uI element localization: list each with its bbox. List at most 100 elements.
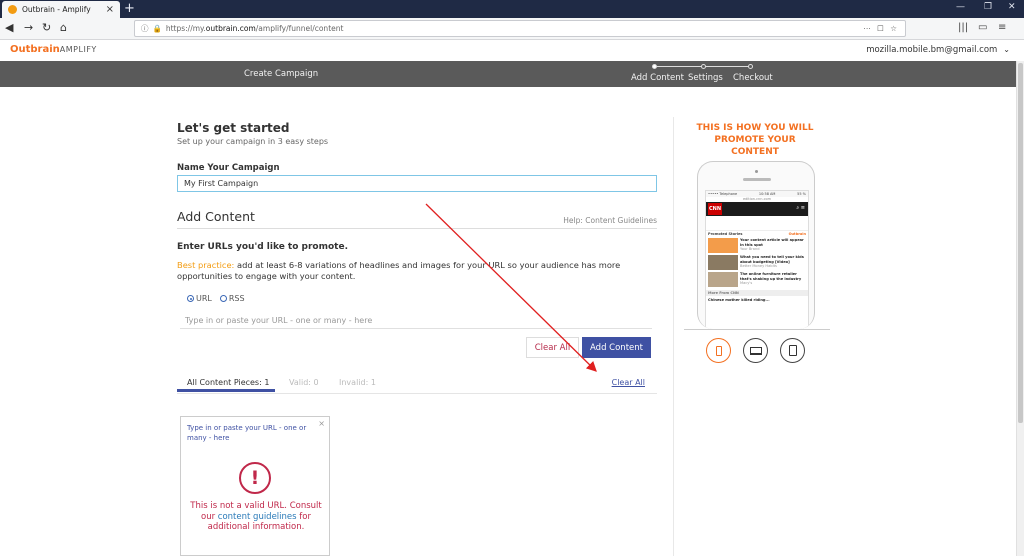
main-content: Let's get started Set up your campaign i… [0,87,1016,556]
radio-unselected-icon [219,295,227,302]
window-close-icon[interactable]: ✕ [1008,2,1016,12]
sidebar-icon[interactable]: ▭ [978,22,987,33]
logo-main: Outbrain [10,44,60,55]
story-title: What you need to tell your kids about bu… [740,255,804,264]
phone-outbrain-label: Outbrain [788,232,806,236]
step-checkout[interactable]: Checkout [733,73,773,83]
content-tabs: All Content Pieces: 1 Valid: 0 Invalid: … [177,374,657,394]
clear-all-button[interactable]: Clear All [526,337,579,358]
device-divider [684,329,830,330]
phone-time: 10:58 AM [758,192,776,196]
browser-titlebar: Outbrain - Amplify × + — ❐ ✕ [0,0,1024,18]
page-title: Let's get started [177,121,290,135]
url-input[interactable]: Type in or paste your URL - one or many … [180,312,652,329]
step-add-content[interactable]: Add Content [631,73,684,83]
phone-carrier: ••••• Telephone [708,192,738,196]
enter-urls-label: Enter URLs you'd like to promote. [177,242,349,252]
help-guidelines-link[interactable]: Help: Content Guidelines [563,216,657,225]
card-url-text: Type in or paste your URL - one or many … [187,424,307,442]
phone-camera-icon [755,170,758,173]
panel-divider [673,117,674,556]
story-source: Better Money Habits [740,264,777,268]
campaign-name-label: Name Your Campaign [177,163,280,173]
cnn-logo: CNN [708,203,722,215]
site-header: OutbrainAMPLIFY mozilla.mobile.bm@gmail.… [0,40,1024,61]
mobile-preview-button[interactable] [706,338,731,363]
menu-icon[interactable]: ≡ [998,22,1006,33]
card-close-icon[interactable]: × [318,419,325,428]
page-actions-icon[interactable]: ⋯ ☐ ☆ [863,24,899,33]
mobile-icon [715,345,722,356]
info-icon[interactable]: ⓘ [141,23,149,34]
story-source: Macy's [740,281,753,285]
radio-url-label: URL [196,294,212,303]
logo-sub: AMPLIFY [59,45,97,54]
account-menu[interactable]: mozilla.mobile.bm@gmail.com ⌄ [866,45,1010,55]
create-campaign-title: Create Campaign [244,69,319,79]
lock-icon: 🔒 [152,24,162,33]
best-practice-label: Best practice: [177,260,235,270]
radio-selected-icon [187,295,194,302]
story-thumbnail [708,272,738,287]
source-type-radios: URL RSS [187,294,245,303]
radio-rss-label: RSS [228,294,245,303]
clear-all-link[interactable]: Clear All [612,378,645,387]
reload-icon[interactable]: ↻ [42,21,51,34]
phone-story: The online furniture retailer that's sha… [706,271,808,288]
phone-preview: ••••• Telephone 10:58 AM 55 % edition.cn… [697,161,815,329]
url-domain: outbrain.com [205,24,256,33]
phone-site-header: CNN ⌕ ≡ [706,202,808,216]
page-subtitle: Set up your campaign in 3 easy steps [177,137,329,146]
preview-title: THIS IS HOW YOU WILL PROMOTE YOUR CONTEN… [696,123,814,157]
radio-rss[interactable]: RSS [219,294,245,303]
step-settings[interactable]: Settings [688,73,723,83]
progress-steps: Add Content Settings Checkout [631,61,781,87]
phone-story: What you need to tell your kids about bu… [706,254,808,271]
best-practice-body: add at least 6-8 variations of headlines… [177,260,621,281]
step-dot-checkout [748,64,753,69]
tab-invalid[interactable]: Invalid: 1 [339,378,376,387]
minimize-icon[interactable]: — [956,2,965,12]
tab-close-icon[interactable]: × [106,4,114,15]
laptop-icon [749,346,762,355]
url-path: /amplify/funnel/content [255,24,344,33]
story-source: Your Brand [740,247,760,251]
browser-tab[interactable]: Outbrain - Amplify × [2,1,120,18]
phone-promoted-header: Promoted Stories Outbrain [706,230,808,237]
divider [177,228,657,229]
url-bar[interactable]: ⓘ 🔒 https://my. outbrain.com/amplify/funn… [134,20,906,37]
tablet-preview-button[interactable] [780,338,805,363]
step-dot-add-content [652,64,657,69]
back-icon[interactable]: ◀ [5,21,13,34]
active-tab-underline [177,389,275,392]
new-tab-icon[interactable]: + [124,1,135,16]
story-thumbnail [708,255,738,270]
chevron-down-icon: ⌄ [1003,45,1010,54]
best-practice-text: Best practice: add at least 6-8 variatio… [177,260,647,282]
forward-icon[interactable]: → [24,21,33,34]
content-guidelines-link[interactable]: content guidelines [218,512,297,522]
tab-valid[interactable]: Valid: 0 [289,378,319,387]
phone-more-item: Chinese mother killed riding... [708,298,770,302]
error-icon: ! [239,462,271,494]
campaign-name-input[interactable] [177,175,657,192]
add-content-title: Add Content [177,209,255,224]
restore-icon[interactable]: ❐ [984,2,992,12]
phone-article-placeholder [706,216,808,230]
story-title: The online furniture retailer that's sha… [740,272,802,281]
tab-all-content[interactable]: All Content Pieces: 1 [187,378,269,387]
scrollbar-thumb[interactable] [1018,63,1023,423]
outbrain-logo[interactable]: OutbrainAMPLIFY [10,44,97,55]
account-email: mozilla.mobile.bm@gmail.com [866,45,998,55]
page-scrollbar[interactable] [1016,61,1024,556]
card-error-message: This is not a valid URL. Consult our con… [187,501,325,533]
radio-url[interactable]: URL [187,294,212,303]
outbrain-favicon-icon [8,5,17,14]
step-dot-settings [701,64,706,69]
library-icon[interactable]: ||| [958,22,968,33]
url-prefix: https://my. [165,24,206,33]
home-icon[interactable]: ⌂ [60,21,67,34]
add-content-button[interactable]: Add Content [582,337,651,358]
phone-story: Your content article will appear in this… [706,237,808,254]
desktop-preview-button[interactable] [743,338,768,363]
